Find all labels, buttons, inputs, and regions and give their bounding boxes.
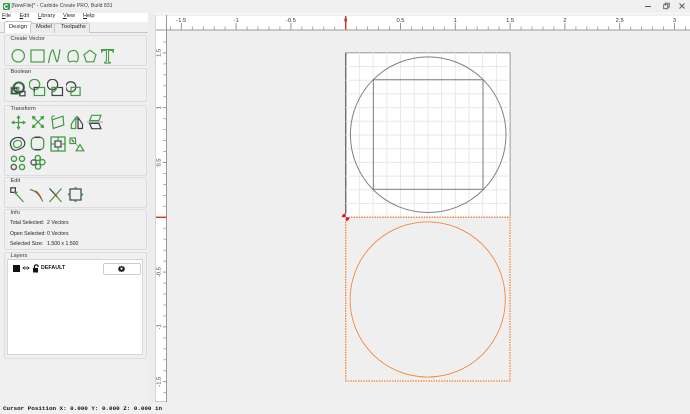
svg-text:1: 1	[156, 106, 162, 109]
svg-text:0.5: 0.5	[396, 18, 404, 24]
svg-text:1: 1	[454, 18, 457, 24]
svg-text:-1: -1	[234, 18, 239, 24]
svg-text:2: 2	[563, 18, 566, 24]
svg-text:1.5: 1.5	[506, 18, 514, 24]
svg-text:-1: -1	[156, 324, 162, 329]
svg-text:-0.5: -0.5	[156, 267, 162, 277]
svg-text:2.5: 2.5	[616, 18, 624, 24]
svg-text:-1.5: -1.5	[156, 377, 162, 387]
svg-text:-0.5: -0.5	[286, 18, 296, 24]
svg-text:1.5: 1.5	[156, 49, 162, 57]
svg-text:3: 3	[673, 18, 676, 24]
svg-text:-1.5: -1.5	[176, 18, 186, 24]
svg-text:0.5: 0.5	[156, 158, 162, 166]
